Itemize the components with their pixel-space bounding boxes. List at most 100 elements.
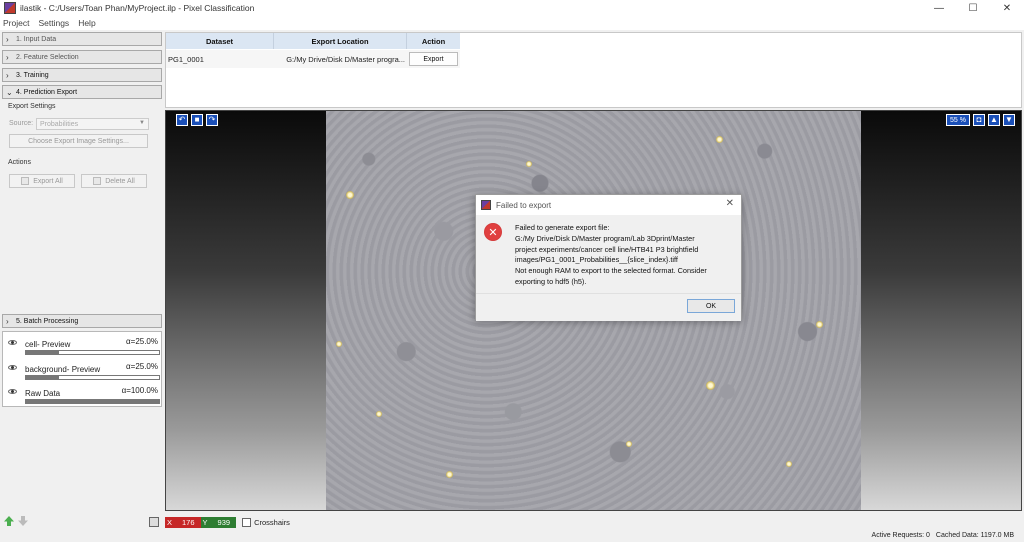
chevron-down-icon: ⌄ (6, 87, 13, 97)
layer-settings-icon[interactable] (149, 517, 159, 527)
applet-training[interactable]: › 3. Training (2, 68, 162, 82)
move-layer-up-icon[interactable] (4, 516, 14, 526)
x-coordinate: X 176 (165, 517, 201, 528)
table-row[interactable]: PG1_0001 G:/My Drive/Disk D/Master progr… (166, 50, 460, 68)
export-icon (21, 177, 30, 185)
header-export-location[interactable]: Export Location (274, 33, 407, 49)
eye-icon[interactable] (8, 389, 17, 394)
applet-prediction-export[interactable]: ⌄ 4. Prediction Export (2, 85, 162, 99)
opacity-fill (26, 400, 159, 403)
y-label: Y (202, 518, 208, 527)
dropdown-arrow-icon: ▼ (139, 120, 145, 126)
camera-icon[interactable]: ◘ (973, 114, 985, 126)
applet-input-data[interactable]: › 1. Input Data (2, 32, 162, 46)
eye-icon[interactable] (8, 340, 17, 345)
chevron-right-icon: › (6, 316, 9, 326)
dialog-title: Failed to export (496, 200, 552, 210)
delete-icon (93, 177, 102, 185)
layer-row[interactable]: background- Preview α=25.0% (3, 359, 161, 383)
menu-settings[interactable]: Settings (38, 18, 69, 28)
dialog-message: Failed to generate export file: G:/My Dr… (515, 223, 707, 286)
chevron-right-icon: › (6, 70, 9, 80)
layer-opacity: α=25.0% (126, 362, 158, 371)
header-action[interactable]: Action (407, 33, 460, 49)
cell-action: Export (407, 50, 460, 68)
header-dataset[interactable]: Dataset (166, 33, 274, 49)
layer-opacity: α=100.0% (121, 386, 158, 395)
minimize-button[interactable]: — (922, 0, 956, 16)
actions-title: Actions (8, 159, 31, 166)
dialog-footer: OK (476, 293, 741, 321)
title-bar: ilastik - C:/Users/Toan Phan/MyProject.i… (0, 0, 1024, 16)
applet-batch-processing[interactable]: › 5. Batch Processing (2, 314, 162, 328)
opacity-fill (26, 376, 60, 379)
export-button[interactable]: Export (409, 52, 458, 66)
cell (446, 471, 453, 478)
export-settings-title: Export Settings (8, 103, 56, 110)
active-requests: Active Requests: 0 (871, 532, 930, 539)
export-all-button[interactable]: Export All (9, 174, 75, 188)
menu-help[interactable]: Help (78, 18, 95, 28)
x-label: X (167, 518, 173, 527)
zoom-level[interactable]: 55 % (946, 114, 970, 126)
applet-label: 3. Training (16, 71, 49, 79)
opacity-slider[interactable] (25, 375, 160, 380)
layer-opacity: α=25.0% (126, 337, 158, 346)
layer-row[interactable]: Raw Data α=100.0% (3, 383, 161, 407)
table-header: Dataset Export Location Action (166, 33, 460, 49)
close-window-button[interactable]: ✕ (990, 0, 1024, 16)
ilastik-app-icon (4, 2, 16, 14)
scroll-up-icon[interactable]: ▲ (988, 114, 1000, 126)
chevron-right-icon: › (6, 34, 9, 44)
cell (786, 461, 792, 467)
delete-all-label: Delete All (105, 177, 135, 185)
export-all-label: Export All (33, 177, 63, 185)
source-value: Probabilities (40, 120, 79, 128)
move-layer-down-icon[interactable] (18, 516, 28, 526)
y-coordinate: Y 939 (200, 517, 237, 528)
cell (346, 191, 354, 199)
ok-button[interactable]: OK (687, 299, 735, 313)
menu-project[interactable]: Project (3, 18, 29, 28)
cell-dataset: PG1_0001 (168, 54, 204, 64)
export-table: Dataset Export Location Action PG1_0001 … (165, 32, 1022, 108)
source-select[interactable]: Probabilities ▼ (36, 118, 149, 130)
delete-all-button[interactable]: Delete All (81, 174, 147, 188)
cell-export-location: G:/My Drive/Disk D/Master progra... (286, 54, 405, 64)
rotate-right-icon[interactable]: ↷ (206, 114, 218, 126)
applet-label: 2. Feature Selection (16, 53, 79, 61)
source-label: Source: (9, 120, 34, 127)
cell (706, 381, 715, 390)
choose-export-settings-button[interactable]: Choose Export Image Settings... (9, 134, 148, 148)
rotate-left-icon[interactable]: ↶ (176, 114, 188, 126)
window-title: ilastik - C:/Users/Toan Phan/MyProject.i… (20, 3, 255, 13)
applet-label: 5. Batch Processing (16, 317, 79, 325)
crosshairs-checkbox[interactable] (242, 518, 252, 527)
applet-label: 4. Prediction Export (16, 88, 78, 96)
fit-to-window-icon[interactable]: ■ (191, 114, 203, 126)
layer-order-buttons (4, 516, 28, 526)
layer-row[interactable]: cell- Preview α=25.0% (3, 334, 161, 358)
cell (626, 441, 632, 447)
crosshairs-label[interactable]: Crosshairs (254, 518, 290, 527)
maximize-button[interactable]: ☐ (956, 0, 990, 16)
eye-icon[interactable] (8, 365, 17, 370)
scroll-down-icon[interactable]: ▼ (1003, 114, 1015, 126)
menu-bar: Project Settings Help (0, 16, 1024, 30)
cell (376, 411, 382, 417)
opacity-slider[interactable] (25, 399, 160, 404)
cached-data: Cached Data: 1197.0 MB (935, 532, 1014, 539)
opacity-slider[interactable] (25, 350, 160, 355)
layer-name: background- Preview (25, 365, 101, 374)
close-icon[interactable]: ✕ (726, 198, 734, 209)
opacity-fill (26, 351, 60, 354)
chevron-right-icon: › (6, 52, 9, 62)
layer-name: Raw Data (25, 389, 61, 398)
status-bar: Active Requests: 0 Cached Data: 1197.0 M… (872, 532, 1014, 539)
dialog-title-bar: Failed to export ✕ (476, 195, 741, 215)
view-nav-buttons: ↶ ■ ↷ (176, 114, 218, 126)
applet-feature-selection[interactable]: › 2. Feature Selection (2, 50, 162, 64)
cell (716, 136, 723, 143)
error-dialog: Failed to export ✕ ✕ Failed to generate … (475, 194, 742, 321)
x-value: 176 (182, 518, 195, 527)
